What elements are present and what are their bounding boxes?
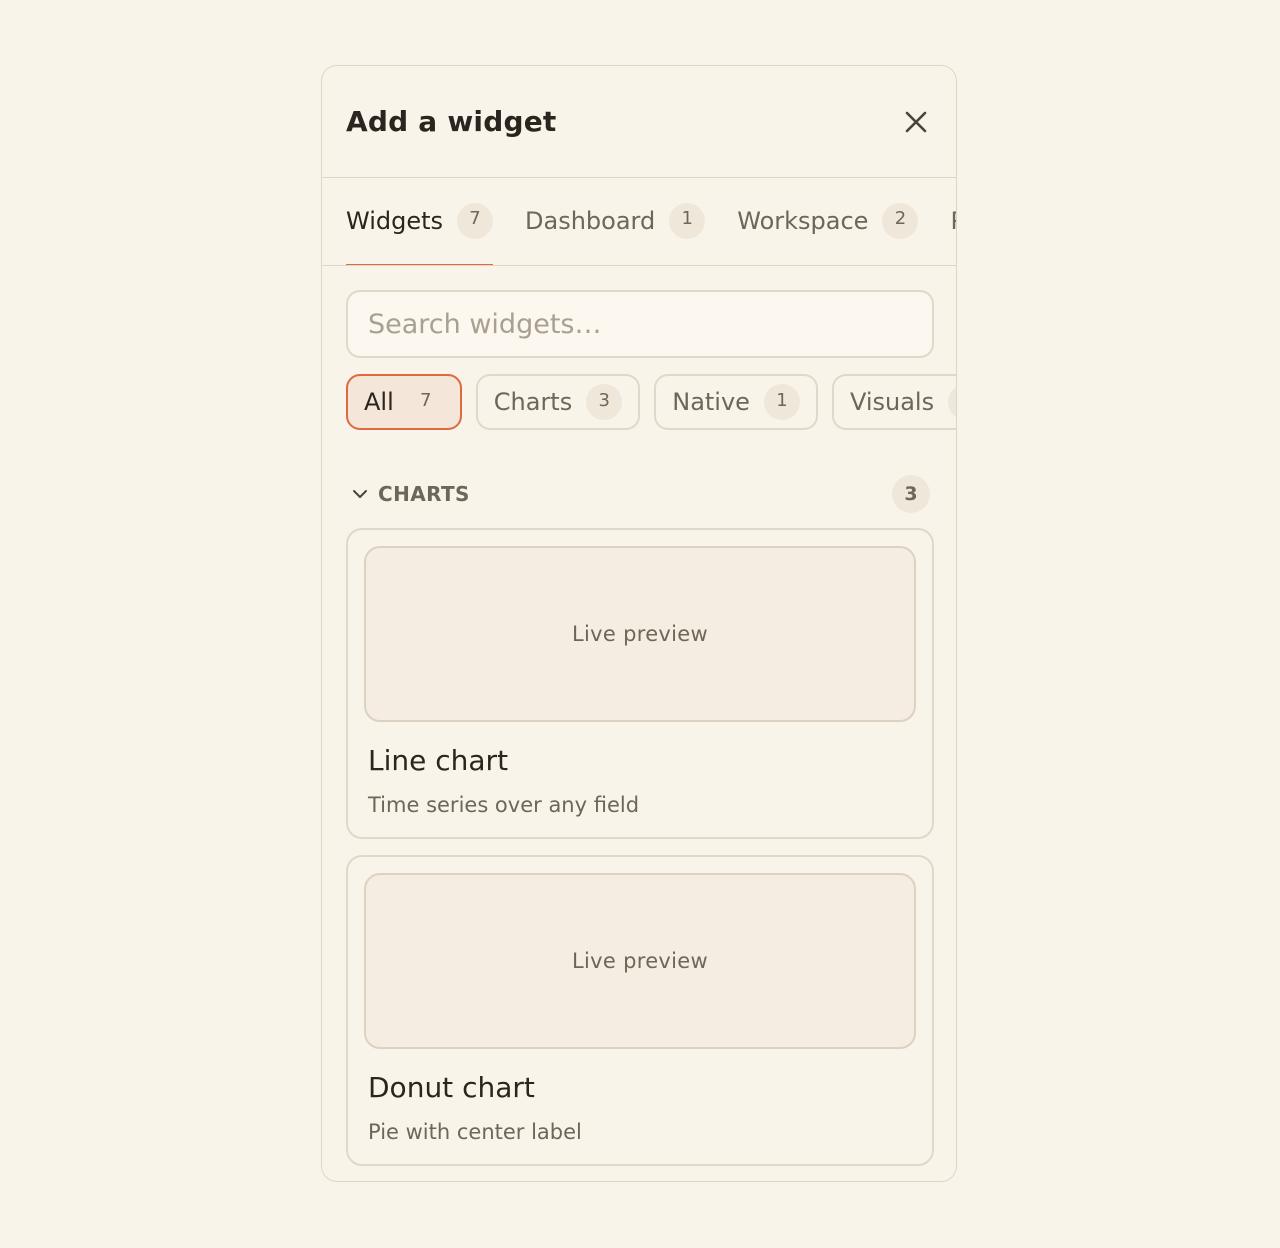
chip-count-badge: 7 bbox=[420, 389, 432, 411]
filter-chip-charts[interactable]: Charts 3 bbox=[475, 374, 641, 430]
widget-preview: Live preview bbox=[364, 873, 916, 1049]
dialog-header: Add a widget bbox=[322, 66, 956, 178]
section-count-badge: 3 bbox=[892, 475, 930, 513]
widget-title: Line chart bbox=[368, 744, 509, 777]
filter-chip-native[interactable]: Native 1 bbox=[654, 374, 818, 430]
tab-count-badge: 1 bbox=[669, 202, 706, 239]
search-input[interactable] bbox=[346, 290, 934, 358]
tab-label: Widgets bbox=[346, 206, 444, 235]
tab-workspace[interactable]: Workspace 2 bbox=[737, 178, 919, 265]
filter-chip-visuals[interactable]: Visuals 1 bbox=[831, 374, 956, 430]
widget-title: Donut chart bbox=[368, 1071, 535, 1104]
filter-chip-all[interactable]: All 7 bbox=[346, 374, 462, 430]
chip-label: Visuals bbox=[849, 388, 935, 416]
tab-overflow[interactable]: P bbox=[950, 178, 956, 265]
chip-count-badge: 3 bbox=[586, 384, 623, 420]
section-title: CHARTS bbox=[378, 482, 470, 506]
widget-description: Time series over any field bbox=[368, 793, 640, 817]
close-button[interactable] bbox=[900, 106, 932, 138]
tab-count-badge: 2 bbox=[882, 202, 919, 239]
widget-card-line-chart[interactable]: Live preview Line chart Time series over… bbox=[346, 528, 934, 839]
widget-list: Live preview Line chart Time series over… bbox=[322, 512, 956, 1181]
chip-label: Native bbox=[672, 388, 750, 416]
chip-label: All bbox=[364, 388, 394, 416]
tab-label: Workspace bbox=[737, 206, 869, 235]
dialog-title: Add a widget bbox=[346, 105, 557, 138]
chip-count-badge: 1 bbox=[948, 384, 956, 420]
close-icon bbox=[905, 111, 927, 132]
section-header-charts: CHARTS 3 bbox=[322, 475, 956, 513]
tab-bar: Widgets 7 Dashboard 1 Workspace 2 P bbox=[322, 178, 956, 266]
widget-preview: Live preview bbox=[364, 546, 916, 722]
tab-dashboard[interactable]: Dashboard 1 bbox=[525, 178, 706, 265]
tab-widgets[interactable]: Widgets 7 bbox=[346, 178, 494, 265]
chevron-down-icon bbox=[353, 490, 367, 498]
tab-count-badge: 7 bbox=[457, 202, 494, 239]
widget-card-donut-chart[interactable]: Live preview Donut chart Pie with center… bbox=[346, 855, 934, 1166]
search-container bbox=[322, 266, 956, 358]
filter-chips: All 7 Charts 3 Native 1 Visuals 1 bbox=[322, 358, 956, 430]
chip-label: Charts bbox=[493, 388, 573, 416]
section-toggle[interactable]: CHARTS bbox=[352, 482, 470, 506]
tab-label: P bbox=[950, 207, 956, 235]
chip-count-badge: 1 bbox=[763, 384, 800, 420]
tab-label: Dashboard bbox=[525, 206, 656, 235]
add-widget-dialog: Add a widget Widgets 7 Dashboard 1 Works… bbox=[321, 65, 957, 1182]
widget-description: Pie with center label bbox=[368, 1120, 582, 1144]
